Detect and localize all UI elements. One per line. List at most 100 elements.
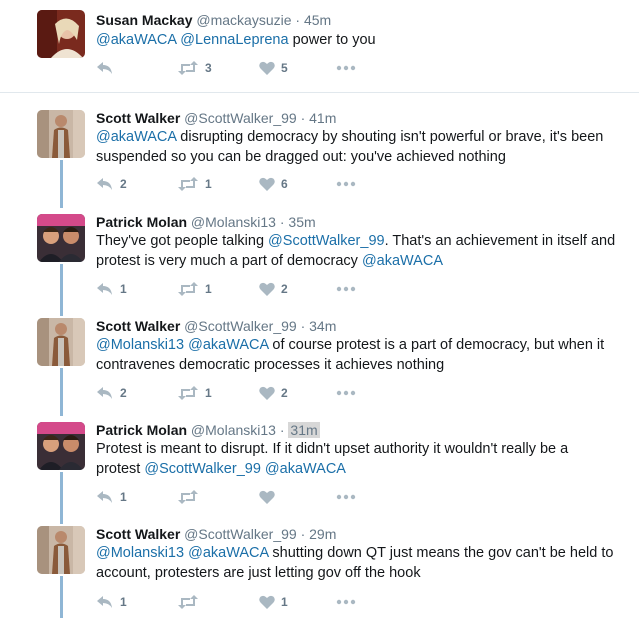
reply-count: 1 [120, 595, 127, 609]
author-handle[interactable]: @ScottWalker_99 [184, 526, 297, 542]
retweet-icon [177, 61, 199, 75]
timestamp-link[interactable]: 31m [288, 422, 320, 438]
avatar[interactable] [37, 526, 85, 574]
mention-link[interactable]: @Molanski13 [96, 545, 184, 561]
reply-button[interactable]: 2 [96, 174, 127, 194]
mention-link[interactable]: @LennaLeprena [180, 32, 288, 48]
reply-button[interactable]: 2 [96, 383, 127, 403]
like-button[interactable]: 1 [259, 592, 288, 612]
tweet-actions: 1 1 2 [96, 279, 396, 299]
mention-link[interactable]: @akaWACA [96, 32, 176, 48]
reply-button[interactable]: 1 [96, 487, 127, 507]
tweet-header: Patrick Molan @Molanski13 · 31m [96, 421, 320, 439]
like-button[interactable] [259, 487, 281, 507]
more-button[interactable] [336, 383, 356, 403]
more-button[interactable] [336, 279, 356, 299]
like-count: 5 [281, 61, 288, 75]
retweet-icon [177, 595, 199, 609]
author-handle[interactable]: @Molanski13 [191, 214, 276, 230]
author-name[interactable]: Susan Mackay [96, 12, 193, 28]
mention-link[interactable]: @akaWACA [265, 461, 346, 477]
mention-link[interactable]: @akaWACA [362, 253, 443, 269]
mention-link[interactable]: @akaWACA [96, 129, 176, 145]
like-button[interactable]: 2 [259, 383, 288, 403]
avatar[interactable] [37, 110, 85, 158]
more-button[interactable] [336, 58, 356, 78]
like-button[interactable]: 2 [259, 279, 288, 299]
timestamp-link[interactable]: 29m [309, 526, 336, 542]
mention-link[interactable]: @ScottWalker_99 [268, 233, 385, 249]
retweet-icon [177, 490, 199, 504]
reply-count: 2 [120, 177, 127, 191]
tweet-text: Protest is meant to disrupt. If it didn'… [96, 439, 616, 479]
author-handle[interactable]: @ScottWalker_99 [184, 318, 297, 334]
separator-dot: · [275, 214, 289, 230]
timestamp-link[interactable]: 41m [309, 110, 336, 126]
author-name[interactable]: Patrick Molan [96, 214, 187, 230]
separator-dot: · [291, 12, 304, 28]
reply-button[interactable] [96, 58, 120, 78]
retweet-icon [177, 177, 199, 191]
like-count: 1 [281, 595, 288, 609]
retweet-button[interactable] [177, 592, 205, 612]
avatar[interactable] [37, 214, 85, 262]
heart-icon [259, 595, 275, 609]
like-button[interactable]: 6 [259, 174, 288, 194]
author-handle[interactable]: @mackaysuzie [196, 12, 291, 28]
tweet-header: Patrick Molan @Molanski13 · 35m [96, 213, 316, 231]
mention-link[interactable]: @akaWACA [188, 337, 268, 353]
more-button[interactable] [336, 174, 356, 194]
tweet-actions: 11 [96, 592, 396, 612]
avatar[interactable] [37, 10, 85, 58]
author-name[interactable]: Scott Walker [96, 526, 180, 542]
tweet-text: @akaWACA @LennaLeprena power to you [96, 30, 616, 50]
tweet-actions: 2 1 2 [96, 383, 396, 403]
more-icon [336, 494, 356, 500]
retweet-button[interactable]: 1 [177, 174, 212, 194]
thread-line [60, 368, 63, 416]
like-button[interactable]: 5 [259, 58, 288, 78]
tweet-header: Scott Walker @ScottWalker_99 · 41m [96, 109, 336, 127]
tweet-actions: 2 1 6 [96, 174, 396, 194]
thread-line [60, 264, 63, 316]
like-count: 6 [281, 177, 288, 191]
timestamp-link[interactable]: 34m [309, 318, 336, 334]
like-count: 2 [281, 386, 288, 400]
reply-button[interactable]: 1 [96, 279, 127, 299]
heart-icon [259, 386, 275, 400]
more-button[interactable] [336, 592, 356, 612]
thread-line [60, 576, 63, 618]
more-icon [336, 65, 356, 71]
tweet-header: Susan Mackay @mackaysuzie · 45m [96, 11, 331, 29]
retweet-button[interactable]: 1 [177, 383, 212, 403]
retweet-button[interactable] [177, 487, 205, 507]
more-icon [336, 390, 356, 396]
retweet-count: 1 [205, 386, 212, 400]
retweet-icon [177, 282, 199, 296]
timestamp-link[interactable]: 45m [304, 12, 331, 28]
tweet-text: @Molanski13 @akaWACA shutting down QT ju… [96, 543, 616, 583]
reply-icon [96, 386, 114, 400]
tweet-text: @akaWACA disrupting democracy by shoutin… [96, 127, 616, 167]
tweet-text: @Molanski13 @akaWACA of course protest i… [96, 335, 616, 375]
thread-line [60, 160, 63, 208]
author-handle[interactable]: @Molanski13 [191, 422, 276, 438]
more-button[interactable] [336, 487, 356, 507]
author-name[interactable]: Scott Walker [96, 110, 180, 126]
retweet-button[interactable]: 3 [177, 58, 212, 78]
author-name[interactable]: Patrick Molan [96, 422, 187, 438]
avatar[interactable] [37, 422, 85, 470]
retweet-button[interactable]: 1 [177, 279, 212, 299]
reply-button[interactable]: 1 [96, 592, 127, 612]
avatar[interactable] [37, 318, 85, 366]
reply-icon [96, 490, 114, 504]
timestamp-link[interactable]: 35m [288, 214, 315, 230]
reply-icon [96, 282, 114, 296]
mention-link[interactable]: @akaWACA [188, 545, 268, 561]
mention-link[interactable]: @ScottWalker_99 [144, 461, 261, 477]
heart-icon [259, 61, 275, 75]
mention-link[interactable]: @Molanski13 [96, 337, 184, 353]
author-name[interactable]: Scott Walker [96, 318, 180, 334]
author-handle[interactable]: @ScottWalker_99 [184, 110, 297, 126]
text-segment: power to you [288, 32, 376, 48]
